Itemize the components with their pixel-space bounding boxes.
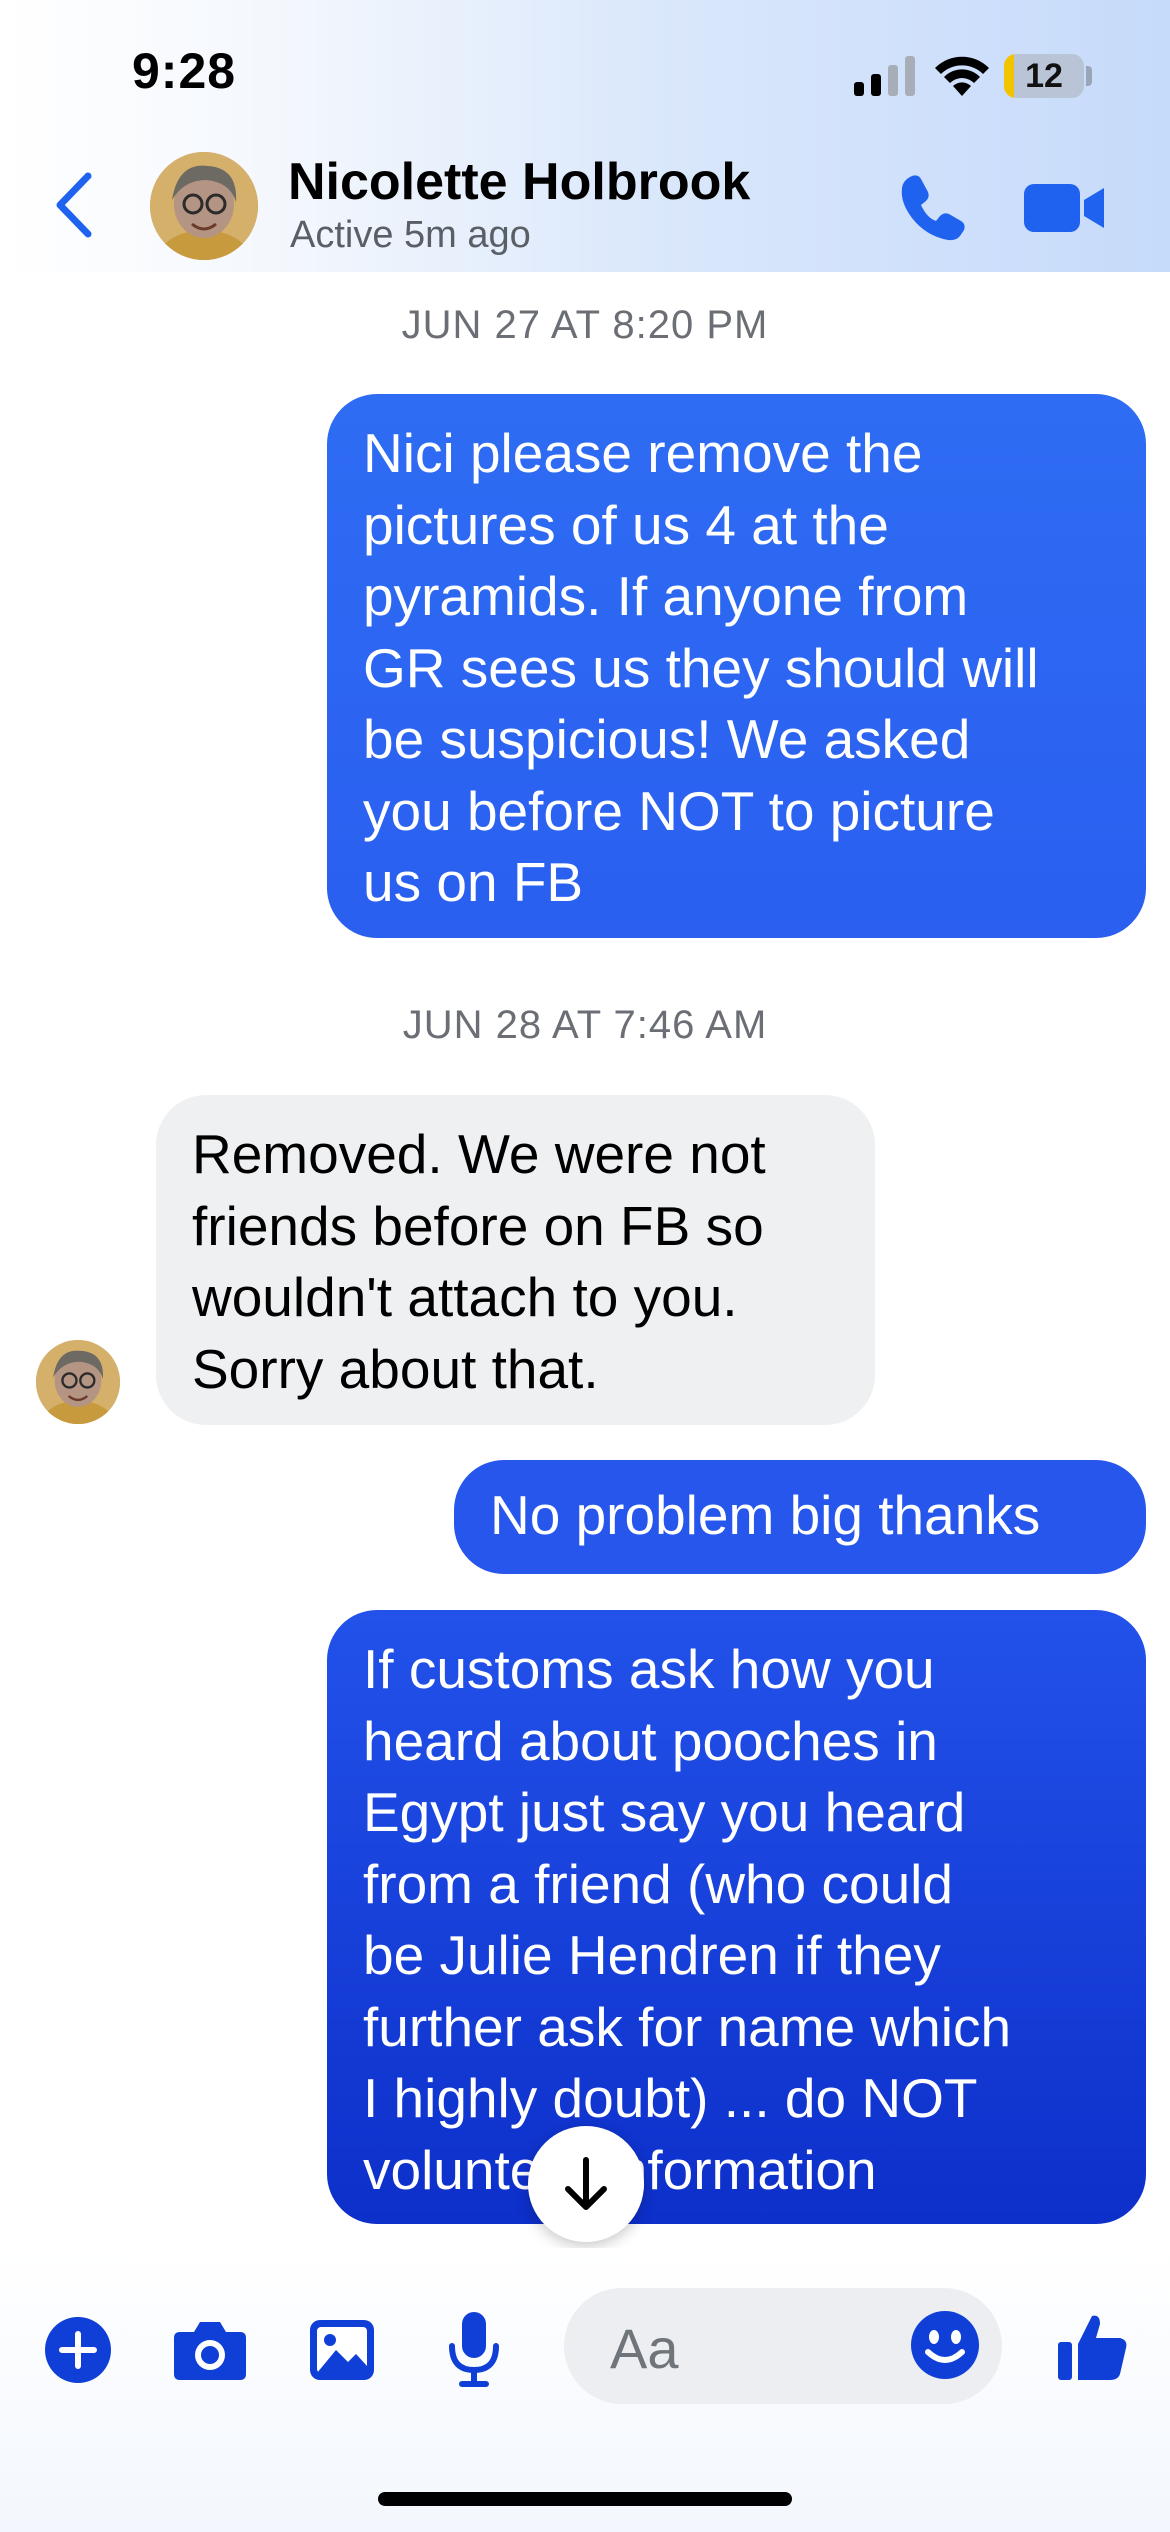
- message-line: volunteer information: [363, 2138, 877, 2201]
- message-line: you before NOT to picture: [363, 779, 995, 842]
- status-time: 9:28: [132, 43, 237, 99]
- contact-avatar[interactable]: [150, 152, 258, 260]
- phone-icon[interactable]: [898, 172, 968, 242]
- conversation-header: 9:28 12 Nicolette Holbrook Active 5m ago: [0, 0, 1170, 272]
- video-camera-icon[interactable]: [1024, 180, 1106, 236]
- message-line: from a friend (who could: [363, 1852, 953, 1915]
- battery-indicator: 12: [1004, 54, 1084, 98]
- contact-name[interactable]: Nicolette Holbrook: [288, 152, 750, 212]
- message-line: be Julie Hendren if they: [363, 1924, 941, 1986]
- arrow-down-icon: [565, 2157, 607, 2210]
- date-separator: JUN 27 AT 8:20 PM: [401, 303, 769, 347]
- message-line: heard about pooches in: [363, 1709, 938, 1772]
- message-line: us on FB: [363, 851, 584, 913]
- message-line: Sorry about that.: [192, 1337, 599, 1400]
- microphone-icon[interactable]: [446, 2310, 502, 2390]
- battery-level: 12: [1025, 57, 1063, 95]
- thumbs-up-icon[interactable]: [1056, 2310, 1130, 2384]
- message-line: If customs ask how you: [363, 1638, 935, 1700]
- message-line: be suspicious! We asked: [363, 708, 971, 770]
- photo-icon[interactable]: [308, 2318, 376, 2382]
- back-chevron-icon[interactable]: [52, 170, 96, 240]
- outgoing-message-bubble[interactable]: If customs ask how you heard about pooch…: [327, 1610, 1146, 2224]
- outgoing-message-bubble[interactable]: No problem big thanks: [454, 1460, 1146, 1574]
- message-line: Removed. We were not: [192, 1123, 766, 1185]
- message-line: I highly doubt) ... do NOT: [363, 2067, 978, 2129]
- sender-avatar[interactable]: [36, 1340, 120, 1424]
- message-line: pyramids. If anyone from: [363, 565, 969, 627]
- camera-icon[interactable]: [172, 2318, 248, 2382]
- message-line: No problem big thanks: [490, 1484, 1041, 1546]
- scroll-to-bottom-button[interactable]: [528, 2126, 644, 2242]
- plus-icon[interactable]: [44, 2316, 112, 2384]
- cellular-signal-icon: [854, 56, 915, 96]
- date-separator: JUN 28 AT 7:46 AM: [402, 1003, 768, 1047]
- message-input-placeholder: Aa: [610, 2317, 679, 2380]
- emoji-icon[interactable]: [910, 2310, 980, 2380]
- incoming-message-bubble[interactable]: Removed. We were not friends before on F…: [156, 1095, 875, 1425]
- battery-cap: [1086, 66, 1092, 86]
- message-line: pictures of us 4 at the: [363, 493, 889, 556]
- message-line: friends before on FB so: [192, 1194, 764, 1257]
- contact-active-status: Active 5m ago: [290, 214, 531, 256]
- message-line: further ask for name which: [363, 1995, 1012, 2058]
- home-indicator: [378, 2492, 792, 2506]
- message-line: Nici please remove the: [363, 422, 923, 484]
- message-line: GR sees us they should will: [363, 636, 1039, 699]
- message-line: Egypt just say you heard: [363, 1781, 966, 1843]
- message-line: wouldn't attach to you.: [192, 1266, 738, 1328]
- wifi-icon: [935, 56, 989, 96]
- outgoing-message-bubble[interactable]: Nici please remove the pictures of us 4 …: [327, 394, 1146, 938]
